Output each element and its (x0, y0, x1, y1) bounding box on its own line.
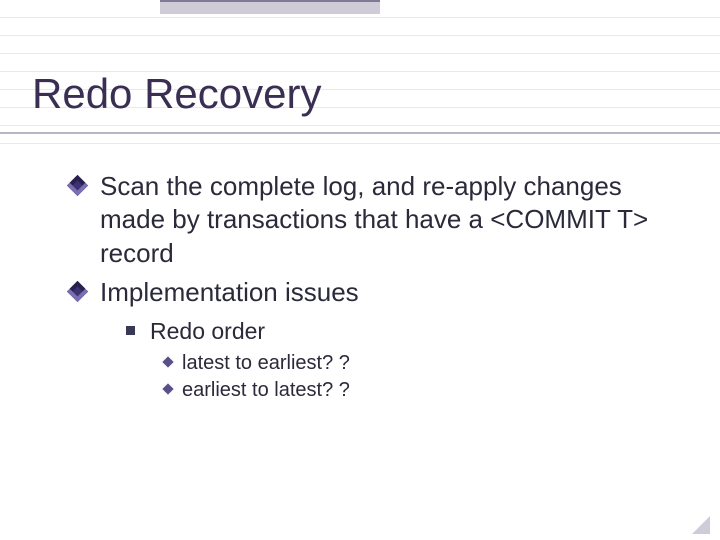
diamond-bullet-icon (67, 175, 88, 196)
bullet-text: Implementation issues (100, 277, 359, 307)
bullet-level1: Scan the complete log, and re-apply chan… (70, 170, 672, 270)
page-curl-icon (690, 514, 710, 534)
bullet-level3: earliest to latest? ? (164, 378, 672, 404)
diamond-bullet-icon (67, 281, 88, 302)
small-diamond-bullet-icon (162, 383, 173, 394)
header-accent-bar (160, 0, 380, 14)
bullet-text: latest to earliest? ? (182, 352, 350, 374)
bullet-text: earliest to latest? ? (182, 379, 350, 401)
small-diamond-bullet-icon (162, 356, 173, 367)
bullet-level2: Redo order (126, 317, 672, 346)
slide-body: Scan the complete log, and re-apply chan… (70, 170, 672, 406)
bullet-level3: latest to earliest? ? (164, 351, 672, 377)
bullet-text: Scan the complete log, and re-apply chan… (100, 171, 648, 268)
square-bullet-icon (126, 326, 135, 335)
bullet-text: Redo order (150, 318, 265, 344)
title-underline (0, 132, 720, 134)
bullet-level1: Implementation issues (70, 276, 672, 309)
slide-title: Redo Recovery (32, 70, 321, 118)
